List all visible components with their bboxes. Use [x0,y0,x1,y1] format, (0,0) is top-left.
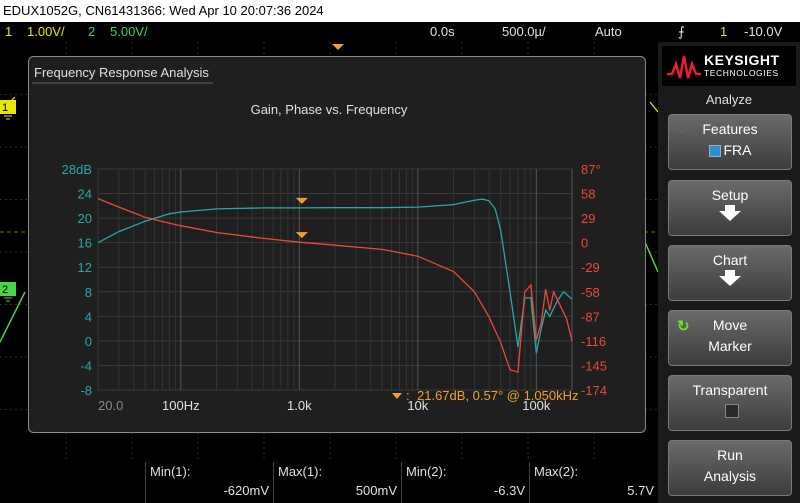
status-bar: 1 1.00V/ 2 5.00V/ 0.0s 500.0µ/ Auto ⨍ 1 … [0,22,800,42]
phase-tick-label: -58 [581,285,600,300]
scope-display: 1 2 Frequency Response Analysis Gain, Ph… [0,42,658,462]
gain-tick-label: 20 [78,211,92,226]
ch1-scale[interactable]: 1.00V/ [27,22,65,42]
time-scale[interactable]: 500.0µ/ [502,22,546,42]
ch1-number[interactable]: 1 [5,22,12,42]
phase-tick-label: 58 [581,187,595,202]
chart-button[interactable]: Chart [668,245,792,301]
phase-tick-label: -87 [581,309,600,324]
features-value: FRA [723,142,752,158]
phase-tick-label: -174 [581,383,607,398]
ch1-ground-marker[interactable]: 1 [0,100,16,120]
trigger-position-icon [332,44,344,50]
gain-tick-label: 24 [78,187,92,202]
marker-readout: 21.67dB, 0.57° @ 1.050kHz [417,388,579,403]
marker-colon: : [406,388,410,403]
phase-tick-label: 0 [581,236,588,251]
softkey-panel: KEYSIGHT TECHNOLOGIES Analyze ↻ Features… [658,42,800,503]
transparent-checkbox[interactable] [725,404,739,418]
phase-tick-label: 87° [581,162,601,177]
measurement-min-ch2[interactable]: Min(2): -6.3V [401,462,529,503]
gain-tick-label: 28dB [62,162,92,177]
phase-tick-label: -145 [581,358,607,373]
ch2-ground-marker[interactable]: 2 [0,282,16,302]
frequency-tick-label: 100Hz [162,398,200,413]
gain-tick-label: -4 [80,358,92,373]
trigger-edge-icon: ⨍ [678,24,685,39]
measurement-max-ch1[interactable]: Max(1): 500mV [273,462,401,503]
submenu-arrow-icon [719,270,741,286]
svg-text:1: 1 [2,102,8,114]
gain-tick-label: 4 [85,309,92,324]
frequency-tick-label: 20.0 [98,398,123,413]
gain-tick-label: 12 [78,260,92,275]
menu-title: Analyze [705,92,753,107]
phase-tick-label: 29 [581,211,595,226]
brand-subtitle: TECHNOLOGIES [704,68,779,78]
features-button[interactable]: ↻ Features FRA [668,114,792,170]
brand-name: KEYSIGHT [704,52,780,68]
phase-tick-label: -29 [581,260,600,275]
measurement-min-ch1[interactable]: Min(1): -620mV [145,462,273,503]
fra-window[interactable]: Frequency Response Analysis Gain, Phase … [28,56,646,434]
submenu-arrow-icon [719,205,741,221]
svg-text:2: 2 [2,284,8,296]
gain-tick-label: 16 [78,236,92,251]
keysight-wave-icon [667,55,701,79]
fra-indicator-icon [708,145,721,158]
frequency-tick-label: 1.0k [287,398,312,413]
window-title: EDUX1052G, CN61431366: Wed Apr 10 20:07:… [0,0,800,22]
trigger-mode[interactable]: Auto [595,22,622,42]
ch2-number[interactable]: 2 [88,22,95,42]
measurement-bar: Min(1): -620mV Max(1): 500mV Min(2): -6.… [0,462,658,503]
transparent-button[interactable]: Transparent [668,375,792,431]
ch2-scale[interactable]: 5.00V/ [110,22,148,42]
measurement-max-ch2[interactable]: Max(2): 5.7V [529,462,658,503]
gain-tick-label: 8 [85,285,92,300]
setup-button[interactable]: Setup [668,180,792,236]
move-marker-button[interactable]: ↻ Move Marker [668,310,792,366]
keysight-logo: KEYSIGHT TECHNOLOGIES [662,46,796,86]
run-analysis-button[interactable]: Run Analysis [668,440,792,496]
phase-tick-label: -116 [581,334,606,349]
gain-tick-label: 0 [85,334,92,349]
gain-tick-label: -8 [80,383,92,398]
plot-grid [97,168,573,391]
trigger-source[interactable]: 1 [720,22,727,42]
trigger-level[interactable]: -10.0V [744,22,782,42]
plot-title: Gain, Phase vs. Frequency [251,102,408,117]
fra-window-title: Frequency Response Analysis [34,65,209,80]
time-position[interactable]: 0.0s [430,22,455,42]
